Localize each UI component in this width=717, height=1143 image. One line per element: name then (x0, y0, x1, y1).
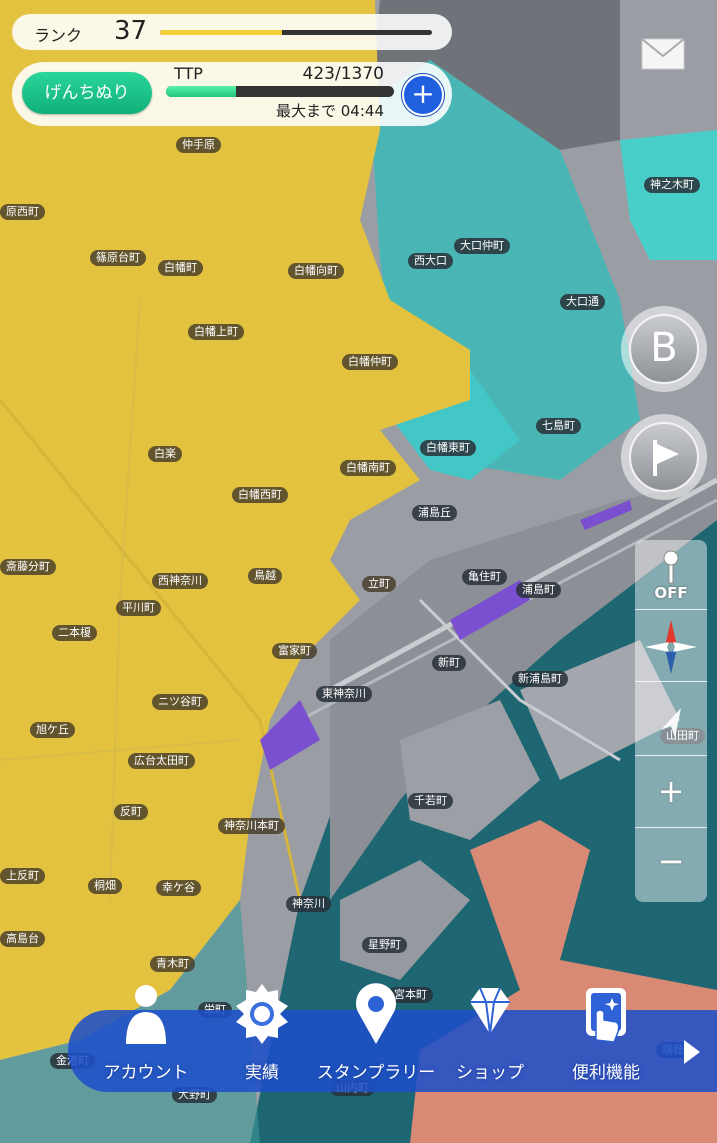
pin-icon (356, 983, 396, 1044)
ttp-progress-track (166, 86, 394, 97)
map-label: 千若町 (408, 793, 453, 809)
ttp-label: TTP (174, 64, 203, 83)
map-label: 白幡仲町 (342, 354, 398, 370)
map-label: 白幡南町 (340, 460, 396, 476)
map-label: 神奈川本町 (218, 818, 285, 834)
b-button-label: B (629, 314, 699, 384)
diamond-icon (470, 987, 510, 1035)
medal-icon (236, 984, 288, 1044)
map-label: 東神奈川 (316, 686, 372, 702)
nav-label: アカウント (103, 1063, 189, 1083)
map-label: 大口通 (560, 294, 605, 310)
location-toggle[interactable]: OFF (635, 540, 707, 610)
rank-bar: ランク 37 (12, 14, 452, 50)
map-label: 旭ケ丘 (30, 722, 75, 738)
map-label: 星野町 (362, 937, 407, 953)
map-label: 反町 (114, 804, 148, 820)
map-label: 立町 (362, 576, 396, 592)
rank-value: 37 (114, 16, 148, 46)
map-label: 亀住町 (462, 569, 507, 585)
nav-label: スタンプラリー (316, 1063, 436, 1083)
map-toolbar: OFF + − (635, 540, 707, 902)
map-label: 西神奈川 (152, 573, 208, 589)
nav-label: 実績 (245, 1063, 279, 1083)
zoom-out-button[interactable]: − (635, 830, 707, 900)
compass-button[interactable] (635, 612, 707, 682)
map-label: 上反町 (0, 868, 45, 884)
tap-card-icon (586, 988, 626, 1043)
nav-label: ショップ (456, 1063, 524, 1083)
map-label: 白幡町 (158, 260, 203, 276)
compass-icon (645, 620, 697, 674)
flag-button-face (629, 422, 699, 492)
rank-progress-track (160, 30, 432, 35)
map-label: 白楽 (148, 446, 182, 462)
map-label: 原西町 (0, 204, 45, 220)
ttp-progress-fill (166, 86, 237, 97)
map-label: 白幡西町 (232, 487, 288, 503)
map-label: 篠原台町 (90, 250, 146, 266)
nav-utilities[interactable]: 便利機能 (548, 982, 664, 1090)
map-label: 神奈川 (286, 896, 331, 912)
map-label: 青木町 (150, 956, 195, 972)
map-label: 新浦島町 (512, 671, 568, 687)
zoom-out-label: − (657, 842, 685, 880)
rank-progress-fill (160, 30, 283, 35)
map-label: 二本榎 (52, 625, 97, 641)
map-label: 仲手原 (176, 137, 221, 153)
navigation-arrow-icon (661, 708, 681, 738)
zoom-in-label: + (657, 772, 685, 810)
map-view[interactable] (0, 0, 717, 1143)
mail-icon[interactable] (641, 38, 685, 70)
map-label: 高島台 (0, 931, 45, 947)
add-ttp-button[interactable]: + (402, 74, 444, 116)
zoom-in-button[interactable]: + (635, 758, 707, 828)
nav-achievements[interactable]: 実績 (204, 982, 320, 1090)
bottom-nav-bar: アカウント 実績 スタンプラリー ショップ 便利機能 (68, 983, 717, 1092)
map-label: 富家町 (272, 643, 317, 659)
genchinuri-button[interactable]: げんちぬり (22, 72, 152, 114)
map-label: 大口仲町 (454, 238, 510, 254)
next-page-arrow-icon[interactable] (680, 1038, 702, 1066)
map-label: 神之木町 (644, 177, 700, 193)
location-off-label: OFF (654, 584, 688, 602)
map-label: 白幡向町 (288, 263, 344, 279)
map-label: 西大口 (408, 253, 453, 269)
flag-button[interactable] (621, 414, 707, 500)
ttp-full-time: 最大まで 04:44 (276, 102, 384, 120)
map-label: 幸ケ谷 (156, 880, 201, 896)
rank-label: ランク (34, 26, 83, 45)
person-icon (126, 985, 166, 1044)
nav-account[interactable]: アカウント (88, 982, 204, 1090)
map-label: 平川町 (116, 600, 161, 616)
nav-shop[interactable]: ショップ (432, 982, 548, 1090)
b-button[interactable]: B (621, 306, 707, 392)
map-label: 鳥越 (248, 568, 282, 584)
map-label: 新町 (432, 655, 466, 671)
map-label: 白幡東町 (420, 440, 476, 456)
flag-icon (653, 440, 679, 476)
map-label: 七島町 (536, 418, 581, 434)
ttp-panel: げんちぬり TTP 423/1370 最大まで 04:44 + (12, 62, 452, 126)
map-label: 広台太田町 (128, 753, 195, 769)
person-pin-icon (663, 550, 679, 584)
map-label: 白幡上町 (188, 324, 244, 340)
ttp-value: 423/1370 (302, 64, 384, 84)
map-label: 浦島丘 (412, 505, 457, 521)
nav-stamp-rally[interactable]: スタンプラリー (317, 982, 435, 1090)
map-label: 浦島町 (516, 582, 561, 598)
map-label: 桐畑 (88, 878, 122, 894)
navigation-button[interactable] (635, 686, 707, 756)
map-label: ニツ谷町 (152, 694, 208, 710)
nav-label: 便利機能 (572, 1063, 640, 1083)
map-label: 斎藤分町 (0, 559, 56, 575)
